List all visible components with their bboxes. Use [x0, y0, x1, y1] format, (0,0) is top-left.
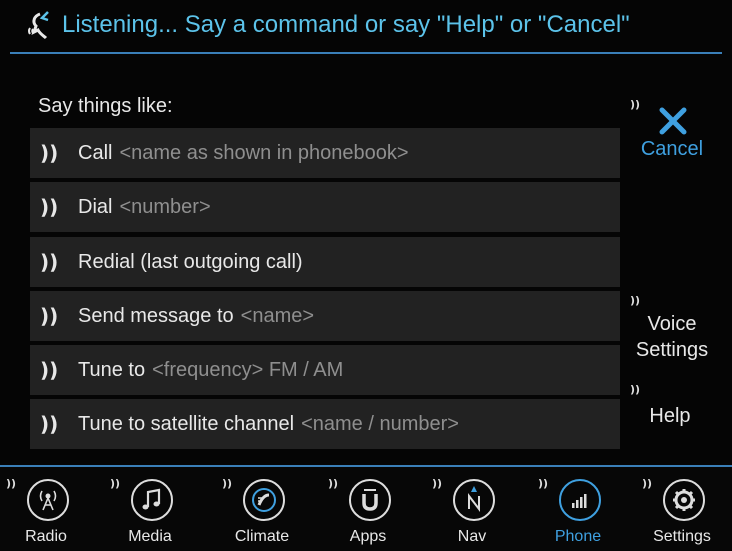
command-hint: <number> [119, 195, 211, 218]
tab-radio[interactable]: )) Radio [0, 473, 90, 551]
tab-climate[interactable]: )) Climate [216, 473, 306, 551]
command-send-message[interactable]: )) Send message to <name> [30, 291, 620, 341]
cancel-button[interactable]: Cancel [632, 138, 712, 161]
listening-header: Listening... Say a command or say "Help"… [10, 0, 722, 54]
speaker-icon: )) [6, 477, 17, 490]
command-label: Dial [78, 195, 113, 218]
voice-listening-icon [28, 11, 49, 40]
speaker-icon: )) [40, 412, 59, 436]
speaker-icon: )) [538, 477, 549, 490]
tab-phone[interactable]: )) Phone [532, 473, 622, 551]
music-note-icon [131, 479, 173, 521]
speaker-icon: )) [40, 250, 59, 274]
command-redial[interactable]: )) Redial (last outgoing call) [30, 237, 620, 287]
climate-icon [243, 479, 285, 521]
tab-label: Media [128, 528, 172, 545]
command-label: Send message to [78, 304, 234, 327]
command-call[interactable]: )) Call <name as shown in phonebook> [30, 128, 620, 178]
speaker-icon: )) [110, 477, 121, 490]
speaker-icon: )) [432, 477, 443, 490]
apps-icon [349, 479, 391, 521]
speaker-icon: )) [40, 304, 59, 328]
voice-command-screen: Listening... Say a command or say "Help"… [0, 0, 732, 551]
say-things-like-label: Say things like: [38, 95, 173, 117]
tab-nav[interactable]: )) Nav [426, 473, 516, 551]
tab-label: Radio [25, 528, 67, 545]
radio-icon [27, 479, 69, 521]
speaker-icon: )) [630, 98, 641, 111]
command-label: Tune to [78, 358, 146, 381]
speaker-icon: )) [40, 141, 59, 165]
tab-label: Nav [457, 528, 487, 545]
tab-label: Phone [554, 528, 602, 545]
command-tune-to[interactable]: )) Tune to <frequency> FM / AM [30, 345, 620, 395]
command-label: Redial (last outgoing call) [78, 250, 303, 273]
command-hint: <frequency> FM / AM [152, 358, 344, 381]
tab-label: Settings [653, 528, 711, 545]
signal-bars-icon [559, 479, 601, 521]
tab-media[interactable]: )) Media [104, 473, 194, 551]
voice-settings-button[interactable]: Voice Settings [624, 311, 720, 363]
command-hint: <name / number> [301, 412, 459, 435]
command-hint: <name as shown in phonebook> [119, 141, 409, 164]
voice-settings-line1: Voice [647, 313, 697, 335]
speaker-icon: )) [630, 383, 641, 396]
command-tune-satellite[interactable]: )) Tune to satellite channel <name / num… [30, 399, 620, 449]
gear-icon [663, 479, 705, 521]
speaker-icon: )) [642, 477, 653, 490]
tab-label: Climate [234, 528, 290, 545]
speaker-icon: )) [222, 477, 233, 490]
bottom-nav-bar: )) Radio )) Media )) Climate)) Apps)) … [0, 465, 732, 551]
voice-settings-line2: Settings [635, 339, 709, 361]
speaker-icon: )) [328, 477, 339, 490]
speaker-icon: )) [40, 358, 59, 382]
command-label: Call [78, 141, 113, 164]
speaker-icon: )) [40, 195, 59, 219]
command-dial[interactable]: )) Dial <number> [30, 182, 620, 232]
compass-icon [453, 479, 495, 521]
help-button[interactable]: Help [630, 405, 710, 428]
tab-settings[interactable]: )) Settings [636, 473, 726, 551]
tab-label: Apps [349, 528, 387, 545]
listening-title: Listening... Say a command or say "Help"… [62, 11, 630, 38]
tab-apps[interactable]: )) Apps [322, 473, 412, 551]
command-label: Tune to satellite channel [78, 412, 295, 435]
close-icon[interactable] [656, 104, 690, 138]
command-hint: <name> [240, 304, 315, 327]
speaker-icon: )) [630, 294, 641, 307]
